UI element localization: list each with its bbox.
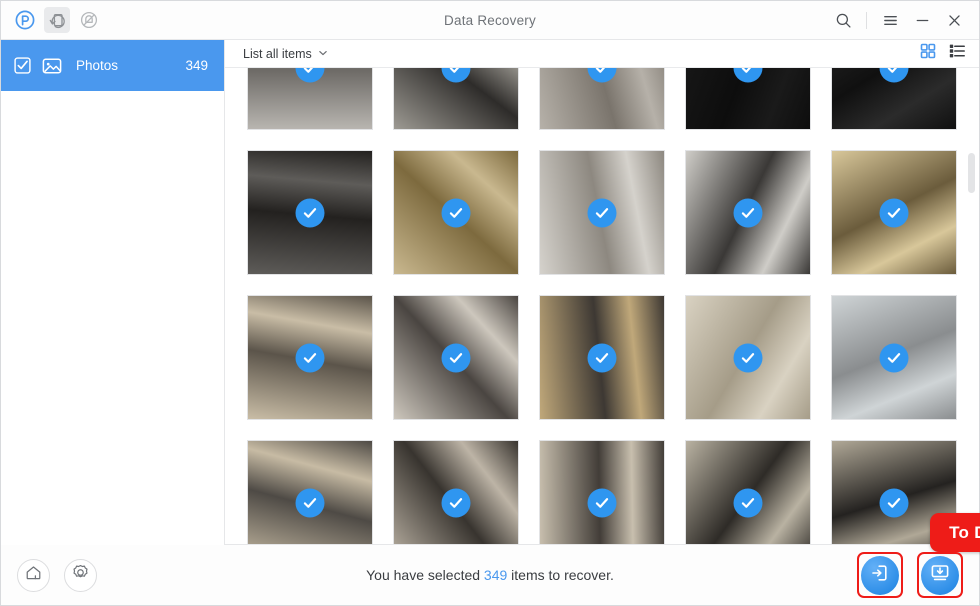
window-controls — [828, 5, 979, 35]
home-button[interactable] — [17, 558, 50, 592]
main-body: Photos 349 List all items To — [1, 40, 980, 552]
sidebar-item-label: Photos — [76, 58, 119, 73]
arrow-into-device-icon — [868, 561, 892, 590]
image-icon — [41, 55, 63, 77]
sidebar-item-photos[interactable]: Photos 349 — [1, 40, 224, 91]
close-icon[interactable] — [939, 5, 969, 35]
status-prefix: You have selected — [366, 567, 484, 583]
footer-action-buttons — [857, 552, 963, 598]
home-icon — [24, 563, 43, 587]
recover-to-device-button[interactable] — [861, 555, 899, 595]
menu-icon[interactable] — [875, 5, 905, 35]
sidebar-item-count: 349 — [185, 58, 208, 73]
footer-bar: You have selected 349 items to recover. — [1, 545, 979, 605]
recover-to-computer-button[interactable] — [921, 555, 959, 595]
content-area: List all items To — [225, 40, 980, 552]
settings-button[interactable] — [64, 558, 97, 592]
recover-from-device-icon[interactable] — [44, 7, 70, 33]
selection-status: You have selected 349 items to recover. — [1, 567, 979, 583]
status-count: 349 — [483, 567, 508, 583]
gear-icon — [71, 563, 90, 587]
footer-left-controls — [17, 558, 97, 592]
control-divider — [866, 11, 867, 29]
status-suffix: items to recover. — [507, 567, 614, 583]
download-to-computer-icon — [928, 561, 952, 590]
checkbox-checked-icon[interactable] — [13, 56, 32, 75]
title-bar-mode-icons — [1, 7, 102, 33]
recover-to-computer-highlight — [917, 552, 963, 598]
recover-to-device-highlight — [857, 552, 903, 598]
app-logo-icon — [12, 7, 38, 33]
callout-tail-computer — [225, 40, 979, 545]
sidebar: Photos 349 — [1, 40, 225, 545]
recover-from-backup-icon[interactable] — [76, 7, 102, 33]
callout-to-device: To Device — [930, 513, 980, 552]
minimize-icon[interactable] — [907, 5, 937, 35]
callout-to-device-label: To Device — [949, 522, 980, 542]
application-window: Data Recovery Photos 349 List all items … — [0, 0, 980, 606]
title-bar: Data Recovery — [1, 1, 979, 40]
search-icon[interactable] — [828, 5, 858, 35]
